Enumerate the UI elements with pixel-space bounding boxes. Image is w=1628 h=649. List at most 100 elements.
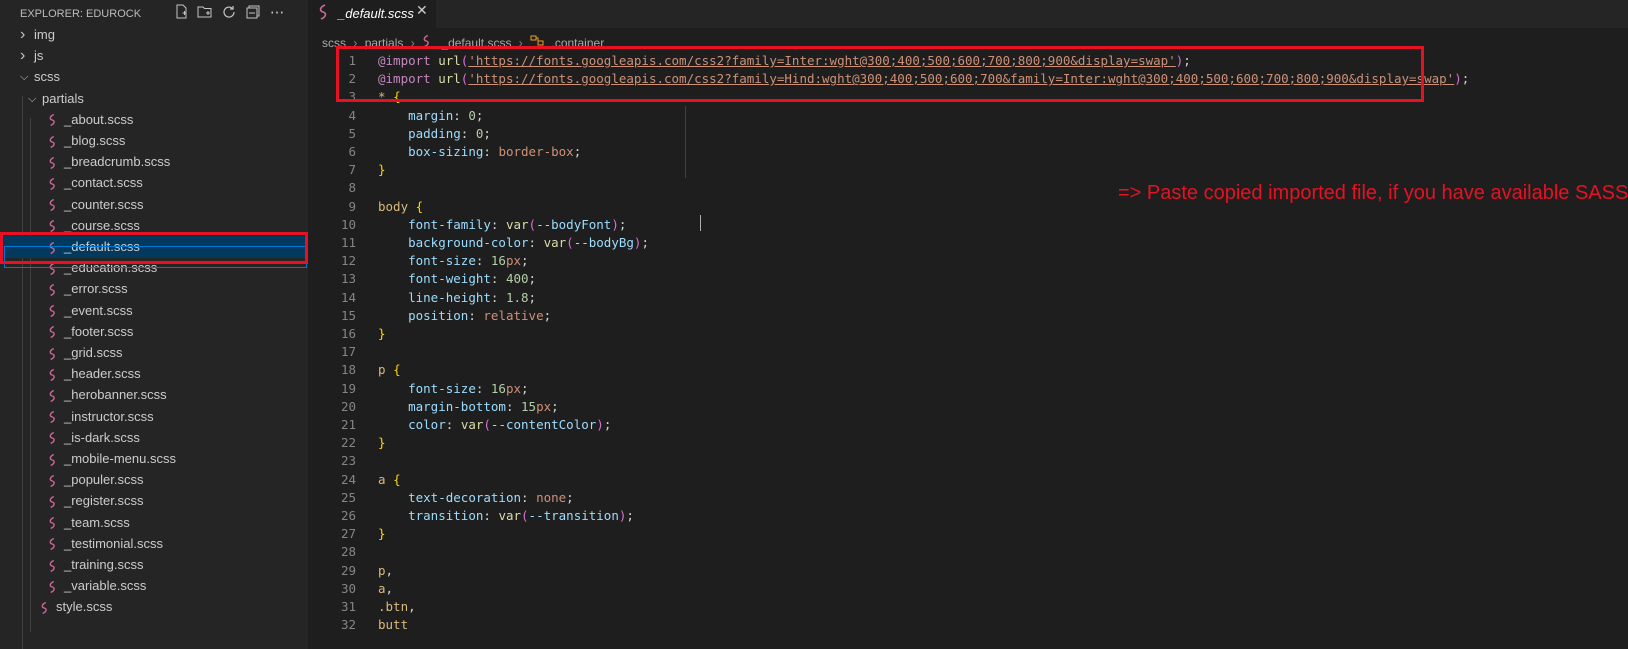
tab-default-scss[interactable]: _default.scss ✕ bbox=[308, 0, 436, 28]
tree-item-label: _populer.scss bbox=[64, 472, 144, 488]
sass-file-icon bbox=[48, 384, 60, 403]
more-icon[interactable]: ··· bbox=[268, 4, 286, 22]
line-number: 17 bbox=[340, 344, 356, 360]
tree-item-label: js bbox=[34, 48, 44, 64]
code-text: background-color: var(--bodyBg); bbox=[408, 235, 649, 250]
chevron-down-icon[interactable]: ⌵ bbox=[20, 66, 30, 88]
tree-file[interactable]: _breadcrumb.scss bbox=[0, 151, 308, 173]
sass-file-icon bbox=[48, 490, 60, 509]
tree-file[interactable]: _register.scss bbox=[0, 490, 308, 512]
chevron-right-icon[interactable]: › bbox=[20, 24, 30, 46]
collapse-all-icon[interactable] bbox=[244, 4, 262, 22]
tree-file[interactable]: _instructor.scss bbox=[0, 406, 308, 428]
sass-file-icon bbox=[48, 151, 60, 169]
tree-file[interactable]: _training.scss bbox=[0, 554, 308, 576]
tree-file[interactable]: _blog.scss bbox=[0, 130, 308, 152]
refresh-icon[interactable] bbox=[220, 4, 238, 22]
chevron-down-icon[interactable]: ⌵ bbox=[28, 88, 38, 110]
chevron-right-icon[interactable]: › bbox=[20, 45, 30, 67]
code-line: 5 padding: 0; bbox=[308, 125, 1628, 143]
code-text: font-size: 16px; bbox=[408, 380, 529, 396]
code-text: line-height: 1.8; bbox=[408, 289, 537, 305]
tree-file[interactable]: _event.scss bbox=[0, 300, 308, 322]
code-line: 29 p, bbox=[308, 562, 1628, 580]
sass-file-icon bbox=[48, 448, 60, 466]
line-number: 4 bbox=[348, 107, 356, 123]
code-text: p { bbox=[378, 362, 401, 378]
tree-item-label: partials bbox=[42, 90, 84, 106]
tree-file[interactable]: _about.scss bbox=[0, 109, 308, 131]
highlight-box-selected-file bbox=[0, 232, 308, 264]
tree-item-label: _testimonial.scss bbox=[64, 535, 163, 551]
code-text: .btn, bbox=[378, 599, 416, 614]
line-number: 29 bbox=[340, 562, 356, 578]
code-line: 24 a { bbox=[308, 471, 1628, 489]
line-number: 14 bbox=[340, 289, 356, 305]
tree-file[interactable]: _herobanner.scss bbox=[0, 384, 308, 406]
tree-file[interactable]: _populer.scss bbox=[0, 469, 308, 491]
tree-folder[interactable]: › js bbox=[0, 45, 308, 67]
tree-item-label: _is-dark.scss bbox=[64, 429, 140, 445]
code-line: 18 p { bbox=[308, 361, 1628, 379]
code-line: 20 margin-bottom: 15px; bbox=[308, 398, 1628, 416]
code-line: 32 butt bbox=[308, 616, 1628, 634]
tab-label: _default.scss bbox=[338, 6, 414, 21]
tree-file[interactable]: _counter.scss bbox=[0, 194, 308, 216]
tree-file[interactable]: _testimonial.scss bbox=[0, 533, 308, 555]
tree-item-label: _instructor.scss bbox=[64, 408, 154, 424]
tree-file[interactable]: _header.scss bbox=[0, 363, 308, 385]
close-icon[interactable]: ✕ bbox=[416, 3, 428, 19]
line-number: 5 bbox=[348, 125, 356, 141]
code-line: 28 bbox=[308, 543, 1628, 561]
tab-bar: _default.scss ✕ bbox=[308, 0, 1628, 28]
tree-file[interactable]: _footer.scss bbox=[0, 321, 308, 343]
highlight-box-imports bbox=[336, 46, 1424, 102]
tree-file[interactable]: _variable.scss bbox=[0, 575, 308, 597]
tree-folder[interactable]: ⌵ partials bbox=[0, 88, 308, 110]
tree-file[interactable]: _contact.scss bbox=[0, 172, 308, 194]
line-number: 27 bbox=[340, 526, 356, 542]
line-number: 10 bbox=[340, 216, 356, 232]
tree-file[interactable]: _grid.scss bbox=[0, 342, 308, 364]
sass-file-icon bbox=[40, 596, 52, 615]
code-line: 25 text-decoration: none; bbox=[308, 489, 1628, 507]
tree-folder[interactable]: ⌵ scss bbox=[0, 66, 308, 88]
tree-file[interactable]: style.scss bbox=[0, 596, 308, 618]
sass-file-icon bbox=[48, 194, 60, 212]
code-text: font-size: 16px; bbox=[408, 253, 529, 269]
line-number: 6 bbox=[348, 144, 356, 159]
tree-file[interactable]: _is-dark.scss bbox=[0, 427, 308, 449]
tree-file[interactable]: _error.scss bbox=[0, 278, 308, 300]
tree-item-label: style.scss bbox=[56, 599, 113, 615]
code-text: font-weight: 400; bbox=[408, 271, 537, 287]
sass-file-icon bbox=[48, 172, 60, 191]
line-number: 12 bbox=[340, 253, 356, 269]
tree-file[interactable]: _mobile-menu.scss bbox=[0, 448, 308, 470]
code-line: 15 position: relative; bbox=[308, 307, 1628, 325]
tree-folder[interactable]: › img bbox=[0, 24, 308, 46]
line-number: 28 bbox=[340, 544, 356, 560]
line-number: 19 bbox=[340, 380, 356, 396]
line-number: 22 bbox=[340, 435, 356, 451]
sass-file-icon bbox=[48, 321, 60, 339]
line-number: 21 bbox=[340, 417, 356, 432]
sass-file-icon bbox=[48, 533, 60, 551]
line-number: 30 bbox=[340, 580, 356, 596]
tree-item-label: _error.scss bbox=[64, 281, 128, 297]
line-number: 16 bbox=[340, 326, 356, 341]
tree-item-label: _event.scss bbox=[64, 302, 133, 318]
code-line: 26 transition: var(--transition); bbox=[308, 507, 1628, 525]
new-file-icon[interactable] bbox=[172, 4, 190, 22]
code-text: margin: 0; bbox=[408, 107, 484, 123]
code-line: 17 bbox=[308, 343, 1628, 361]
sass-file-icon bbox=[48, 215, 60, 233]
code-text: font-family: var(--bodyFont); bbox=[408, 216, 627, 232]
code-line: 10 font-family: var(--bodyFont); bbox=[308, 216, 1628, 234]
new-folder-icon[interactable] bbox=[196, 4, 214, 22]
code-text: a, bbox=[378, 580, 394, 596]
tree-file[interactable]: _team.scss bbox=[0, 512, 308, 534]
code-text: padding: 0; bbox=[408, 125, 491, 141]
code-line: 23 bbox=[308, 452, 1628, 470]
line-number: 31 bbox=[340, 599, 356, 614]
tree-item-label: _team.scss bbox=[64, 514, 130, 530]
